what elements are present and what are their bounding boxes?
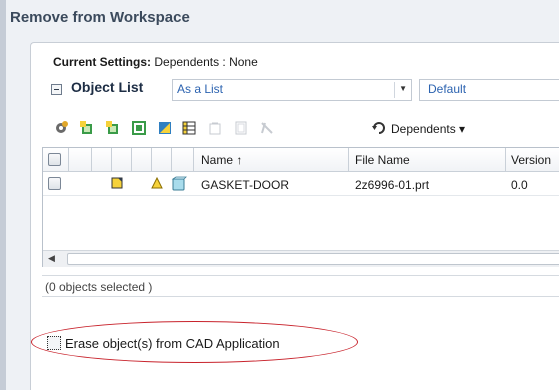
highlight-ring	[31, 321, 358, 363]
dialog-title: Remove from Workspace	[6, 0, 559, 40]
column-divider	[111, 148, 112, 172]
add-all-icon[interactable]	[131, 120, 147, 136]
add-object-icon[interactable]	[79, 120, 95, 136]
remove-icon[interactable]	[259, 120, 275, 136]
settings-gear-icon[interactable]	[53, 120, 69, 136]
column-divider	[151, 148, 152, 172]
column-divider	[68, 148, 69, 172]
current-settings-label: Current Settings:	[53, 55, 152, 69]
scroll-thumb[interactable]	[67, 253, 559, 265]
select-all-checkbox[interactable]	[48, 153, 61, 166]
object-table: Name ↑ File Name Version GASKET-DOOR 2z6…	[42, 147, 559, 267]
dependents-dropdown[interactable]: Dependents ▾	[391, 122, 465, 136]
column-divider	[131, 148, 132, 172]
settings-panel: Current Settings: Dependents : None Obje…	[30, 42, 559, 390]
part-icon	[171, 176, 187, 191]
column-divider	[171, 148, 172, 172]
row-name: GASKET-DOOR	[201, 178, 290, 192]
chevron-down-icon[interactable]: ▼	[399, 84, 407, 93]
column-divider	[505, 148, 506, 172]
column-divider	[91, 148, 92, 172]
select-separator	[394, 82, 395, 98]
add-dependents-icon[interactable]	[105, 120, 121, 136]
row-file-name: 2z6996-01.prt	[355, 178, 430, 192]
table-columns-icon[interactable]	[181, 120, 197, 136]
clear-icon[interactable]	[207, 120, 223, 136]
scroll-left-icon[interactable]: ◀	[48, 253, 55, 264]
column-header-file-name[interactable]: File Name	[355, 153, 410, 167]
warning-icon	[151, 177, 163, 189]
object-list-header: Object List As a List ▼ Default	[47, 79, 559, 101]
tag-icon[interactable]	[157, 120, 173, 136]
row-checkbox[interactable]	[48, 177, 61, 190]
column-header-name[interactable]: Name ↑	[201, 153, 242, 167]
table-row[interactable]: GASKET-DOOR 2z6996-01.prt 0.0	[43, 172, 559, 196]
window-edge	[0, 0, 6, 390]
current-settings: Current Settings: Dependents : None	[53, 55, 258, 69]
refresh-icon[interactable]	[371, 120, 387, 136]
column-divider	[348, 148, 349, 172]
object-list-label: Object List	[71, 79, 144, 95]
modified-status-icon	[111, 177, 123, 189]
copy-icon[interactable]	[233, 120, 249, 136]
horizontal-scrollbar[interactable]: ◀	[43, 250, 559, 267]
display-mode-select[interactable]: As a List ▼	[172, 79, 412, 101]
table-header: Name ↑ File Name Version	[43, 148, 559, 172]
row-version: 0.0	[511, 178, 528, 192]
dialog-window: Remove from Workspace Current Settings: …	[0, 0, 559, 390]
selection-status: (0 objects selected )	[42, 275, 559, 297]
column-header-version[interactable]: Version	[511, 153, 551, 167]
filter-select[interactable]: Default	[419, 79, 559, 101]
object-toolbar: Dependents ▾	[53, 118, 559, 140]
display-mode-value: As a List	[177, 82, 224, 96]
current-settings-value: Dependents : None	[154, 55, 258, 69]
collapse-icon[interactable]	[51, 84, 62, 95]
column-divider	[193, 148, 194, 172]
